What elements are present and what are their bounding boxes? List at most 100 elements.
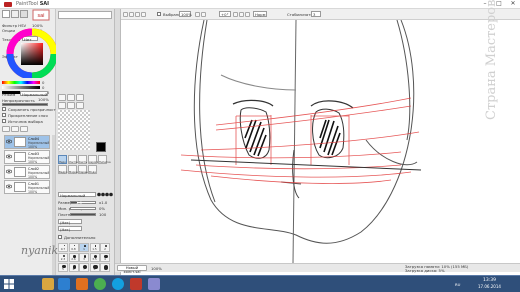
eye-icon[interactable] bbox=[6, 169, 12, 174]
start-button[interactable] bbox=[3, 278, 15, 290]
lasso-tool-button[interactable] bbox=[67, 94, 75, 101]
brush-size-preset[interactable]: 9 bbox=[100, 263, 110, 272]
eye-icon[interactable] bbox=[6, 139, 12, 144]
stabilizer-select[interactable]: 3 bbox=[311, 11, 321, 17]
eyedropper-tool[interactable]: Пипетка bbox=[98, 155, 111, 164]
opacity-slider[interactable] bbox=[2, 103, 48, 106]
brush-shape-icons[interactable] bbox=[97, 192, 113, 197]
skype-icon[interactable] bbox=[112, 278, 124, 290]
taskbar: RU 13:39 17.06.2014 bbox=[0, 275, 520, 292]
drawing-canvas[interactable]: Страна Мастеров nyanik bbox=[21, 0, 520, 263]
brush-size-preset[interactable]: 2 bbox=[100, 243, 110, 252]
brush-size-preset[interactable]: 0.8 bbox=[68, 243, 79, 252]
chrome-icon[interactable] bbox=[94, 278, 106, 290]
eye-icon[interactable] bbox=[6, 154, 12, 159]
toolbar-button[interactable] bbox=[123, 12, 128, 17]
brush-size-preset[interactable]: 8 bbox=[89, 263, 100, 272]
flip-field[interactable]: Норм bbox=[253, 11, 267, 17]
clipping-checkbox[interactable] bbox=[2, 113, 6, 117]
brush-texture-select[interactable]: (Нет) bbox=[58, 226, 82, 232]
brush-size-preset[interactable]: 1 bbox=[79, 243, 89, 252]
brush-size-preset[interactable]: 2.3 bbox=[58, 253, 68, 262]
pen-tool[interactable]: Перо bbox=[58, 155, 67, 164]
brush-size-preset[interactable]: 3 bbox=[79, 253, 89, 262]
toolbar-button[interactable] bbox=[129, 12, 134, 17]
brush-blend-select[interactable]: Нормальный bbox=[58, 192, 96, 198]
close-button[interactable]: ✕ bbox=[506, 0, 520, 8]
selection-source-checkbox[interactable] bbox=[2, 119, 6, 123]
hue-slider[interactable] bbox=[2, 81, 40, 84]
brush-tool[interactable]: Кисть bbox=[78, 155, 87, 164]
brush-size-preset[interactable]: 0.7 bbox=[58, 243, 68, 252]
preserve-opacity-checkbox[interactable] bbox=[2, 107, 6, 111]
eye-icon[interactable] bbox=[6, 184, 12, 189]
layer-item[interactable]: Слой3 Нормальный 100% bbox=[4, 150, 50, 164]
clock-time[interactable]: 13:39 bbox=[483, 278, 496, 283]
water-tool[interactable]: Вода bbox=[88, 165, 97, 174]
primary-color-swatch[interactable] bbox=[96, 142, 106, 152]
brush-size-preset[interactable]: 7 bbox=[79, 263, 89, 272]
toolbar-button[interactable] bbox=[141, 12, 146, 17]
tool-panel: Перо Ластик Кисть Аэрограф Пипетка Ведро… bbox=[56, 9, 115, 275]
brush-size-preset[interactable]: 1.5 bbox=[89, 243, 100, 252]
zoom-in-button[interactable] bbox=[201, 12, 206, 17]
new-folder-button[interactable] bbox=[11, 126, 19, 132]
brush-size-preset[interactable]: 4 bbox=[100, 253, 110, 262]
brush-size-preset[interactable]: 5 bbox=[58, 263, 68, 272]
color-history-swatch[interactable] bbox=[2, 10, 10, 18]
clock-date[interactable]: 17.06.2014 bbox=[478, 284, 501, 289]
angle-field[interactable]: +0° bbox=[219, 11, 231, 17]
density-slider[interactable] bbox=[70, 213, 96, 216]
saturation-slider[interactable] bbox=[2, 86, 40, 89]
color-history-swatch[interactable] bbox=[20, 10, 28, 18]
zoom-out-button[interactable] bbox=[195, 12, 200, 17]
rotate-tool-button[interactable] bbox=[76, 102, 84, 109]
color-history-swatch[interactable] bbox=[11, 10, 19, 18]
document-tab-label: Новый холст.sai bbox=[123, 266, 141, 274]
zoom-field[interactable]: 100% bbox=[179, 11, 192, 17]
select-tool-button[interactable] bbox=[58, 94, 66, 101]
move-tool-button[interactable] bbox=[58, 102, 66, 109]
brush-size-label: 5 bbox=[62, 267, 64, 271]
brush-size-preset[interactable]: 6 bbox=[68, 263, 79, 272]
document-tab[interactable]: Новый холст.sai bbox=[117, 265, 147, 274]
brush-size-preset[interactable]: 3.5 bbox=[89, 253, 100, 262]
delete-layer-button[interactable] bbox=[20, 126, 28, 132]
advanced-checkbox[interactable] bbox=[58, 235, 62, 239]
layer-item[interactable]: Слой2 Нормальный 100% bbox=[4, 165, 50, 179]
preserve-opacity-label: Сохранять прозрачность bbox=[8, 107, 58, 112]
layer-item[interactable]: Слой4 Нормальный 100% bbox=[4, 135, 50, 149]
brush-shape-value: (Нет) bbox=[60, 220, 71, 225]
palette-strip[interactable] bbox=[58, 11, 112, 19]
zoom-tool-button[interactable] bbox=[67, 102, 75, 109]
magic-wand-button[interactable] bbox=[76, 94, 84, 101]
brush-size-label: 0.7 bbox=[60, 247, 66, 251]
new-layer-button[interactable] bbox=[2, 126, 10, 132]
media-icon[interactable] bbox=[130, 278, 142, 290]
eraser-tool[interactable]: Ластик bbox=[68, 155, 79, 164]
airbrush-tool[interactable]: Аэрограф bbox=[88, 155, 102, 164]
brush-size-preset[interactable]: 2.6 bbox=[68, 253, 79, 262]
language-indicator[interactable]: RU bbox=[455, 282, 460, 287]
size-slider[interactable] bbox=[70, 201, 96, 204]
blend-mode-select[interactable]: Нормальный bbox=[20, 91, 48, 97]
selection-checkbox[interactable] bbox=[157, 12, 161, 16]
layer-item[interactable]: Слой1 Нормальный 100% bbox=[4, 180, 50, 194]
min-size-slider[interactable] bbox=[70, 207, 96, 210]
app-icon bbox=[4, 2, 12, 7]
rotate-right-button[interactable] bbox=[239, 12, 244, 17]
folder-icon[interactable] bbox=[42, 278, 54, 290]
browser-icon[interactable] bbox=[58, 278, 70, 290]
pencil-tool[interactable]: Карандаш bbox=[78, 165, 93, 174]
rotate-left-button[interactable] bbox=[233, 12, 238, 17]
reset-rotation-button[interactable] bbox=[245, 12, 250, 17]
brush-shape-select[interactable]: (Нет) bbox=[58, 219, 82, 225]
brush-size-label: 2 bbox=[104, 247, 106, 251]
player-icon[interactable] bbox=[76, 278, 88, 290]
sai-icon[interactable] bbox=[148, 278, 160, 290]
status-bar: Новый холст.sai 100% Загрузка памяти: 10… bbox=[115, 263, 520, 274]
bucket-tool[interactable]: Ведро bbox=[58, 165, 67, 174]
watermark-text: Страна Мастеров bbox=[484, 0, 499, 120]
marker-tool[interactable]: Маркер bbox=[68, 165, 79, 174]
toolbar-button[interactable] bbox=[135, 12, 140, 17]
